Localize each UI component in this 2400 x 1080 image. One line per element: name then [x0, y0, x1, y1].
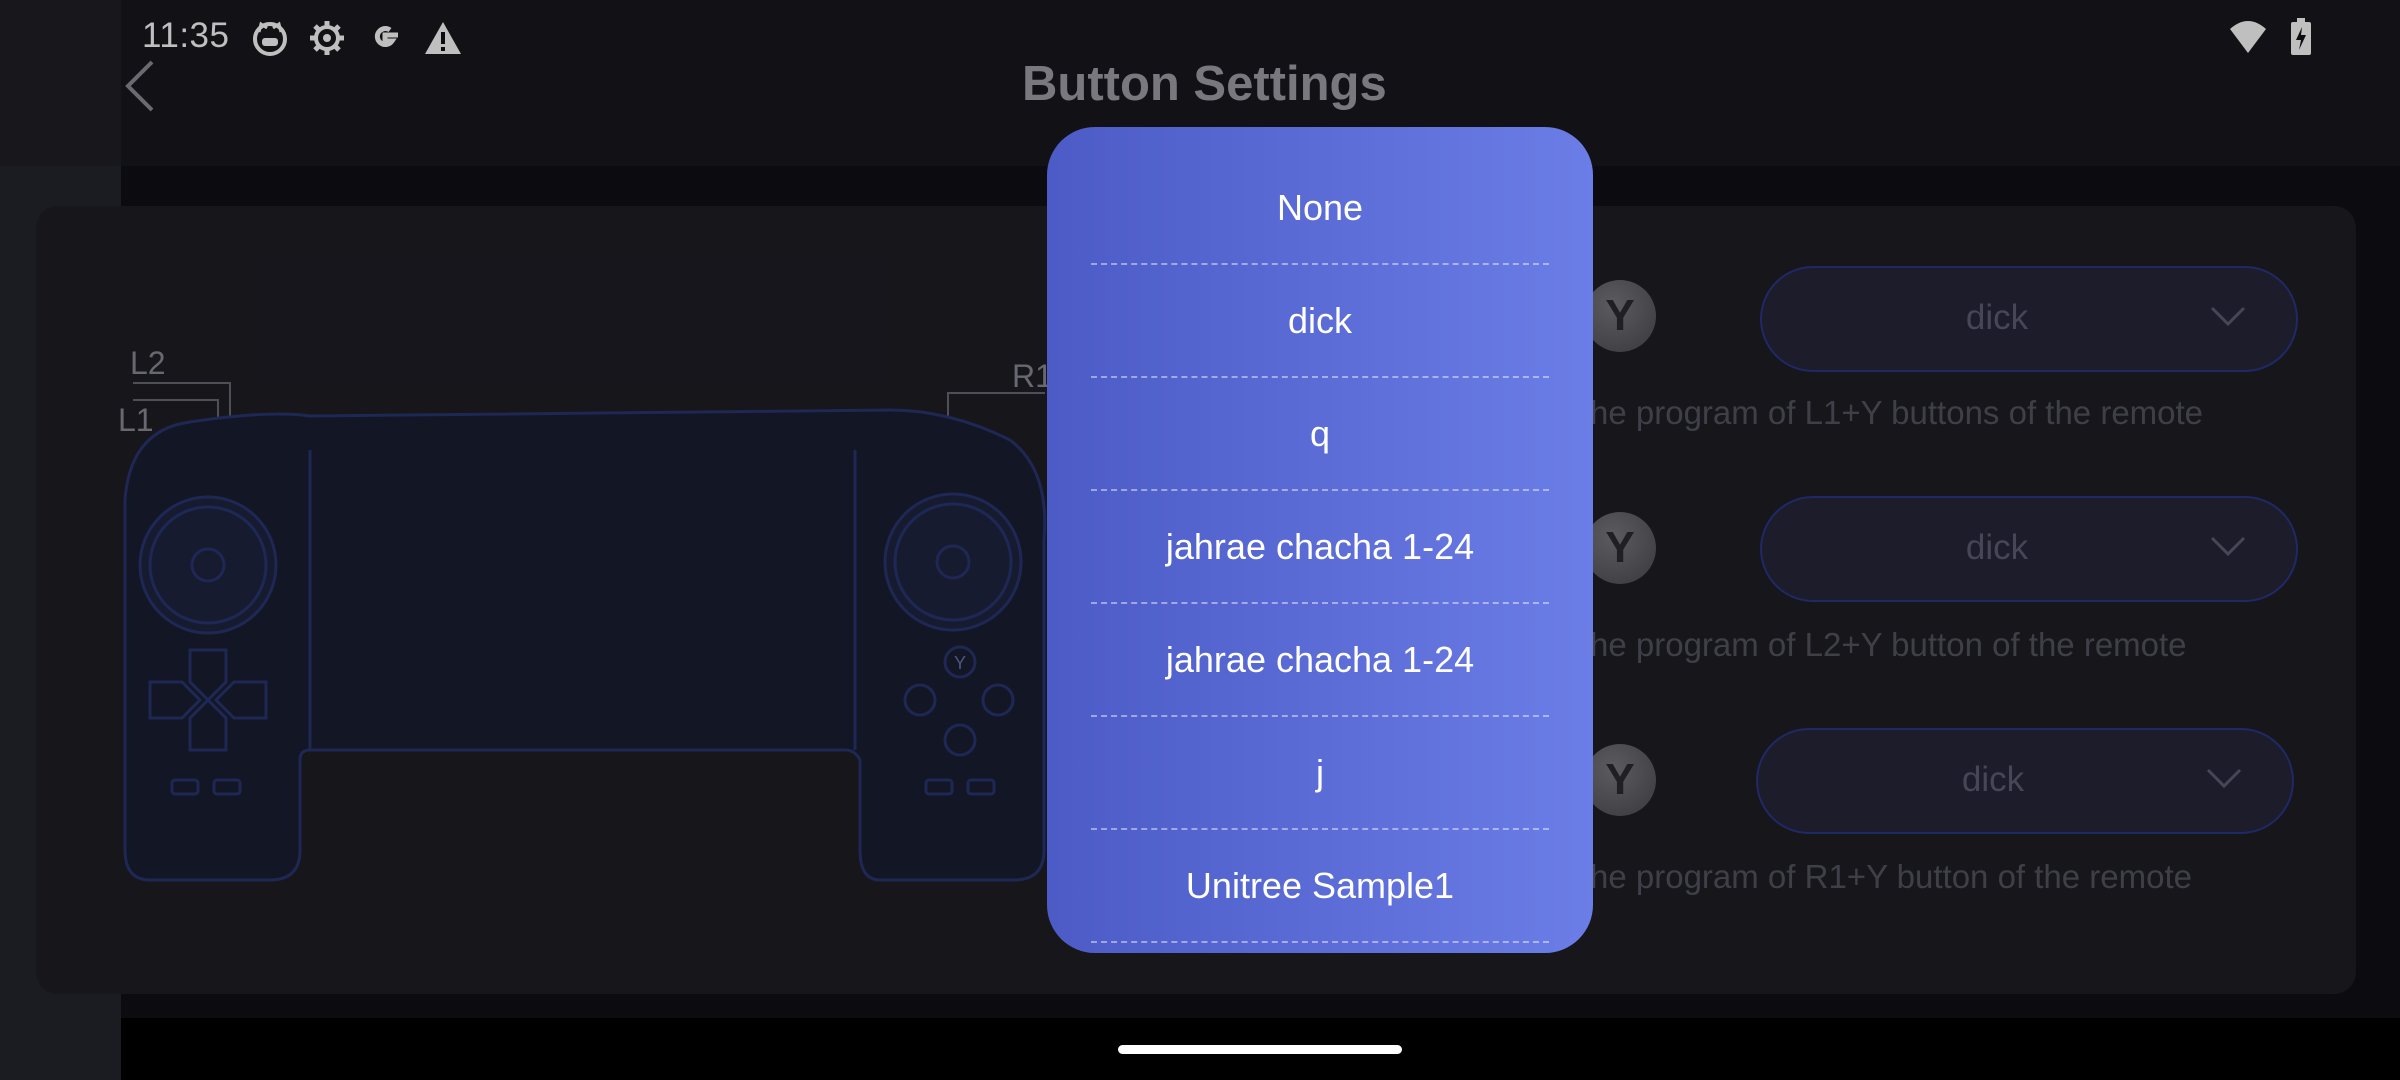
home-gesture-handle[interactable]: [1118, 1045, 1402, 1054]
program-select-popup: None dick q jahrae chacha 1-24 jahrae ch…: [1047, 127, 1593, 953]
popup-option[interactable]: Unitree Sample1: [1091, 831, 1549, 943]
popup-option[interactable]: dick: [1091, 266, 1549, 378]
popup-option[interactable]: jahrae chacha 1-24: [1091, 605, 1549, 717]
popup-option[interactable]: jahrae chacha 1-24: [1091, 492, 1549, 604]
popup-option[interactable]: j: [1091, 718, 1549, 830]
popup-option[interactable]: q: [1091, 379, 1549, 491]
popup-option-none[interactable]: None: [1091, 153, 1549, 265]
